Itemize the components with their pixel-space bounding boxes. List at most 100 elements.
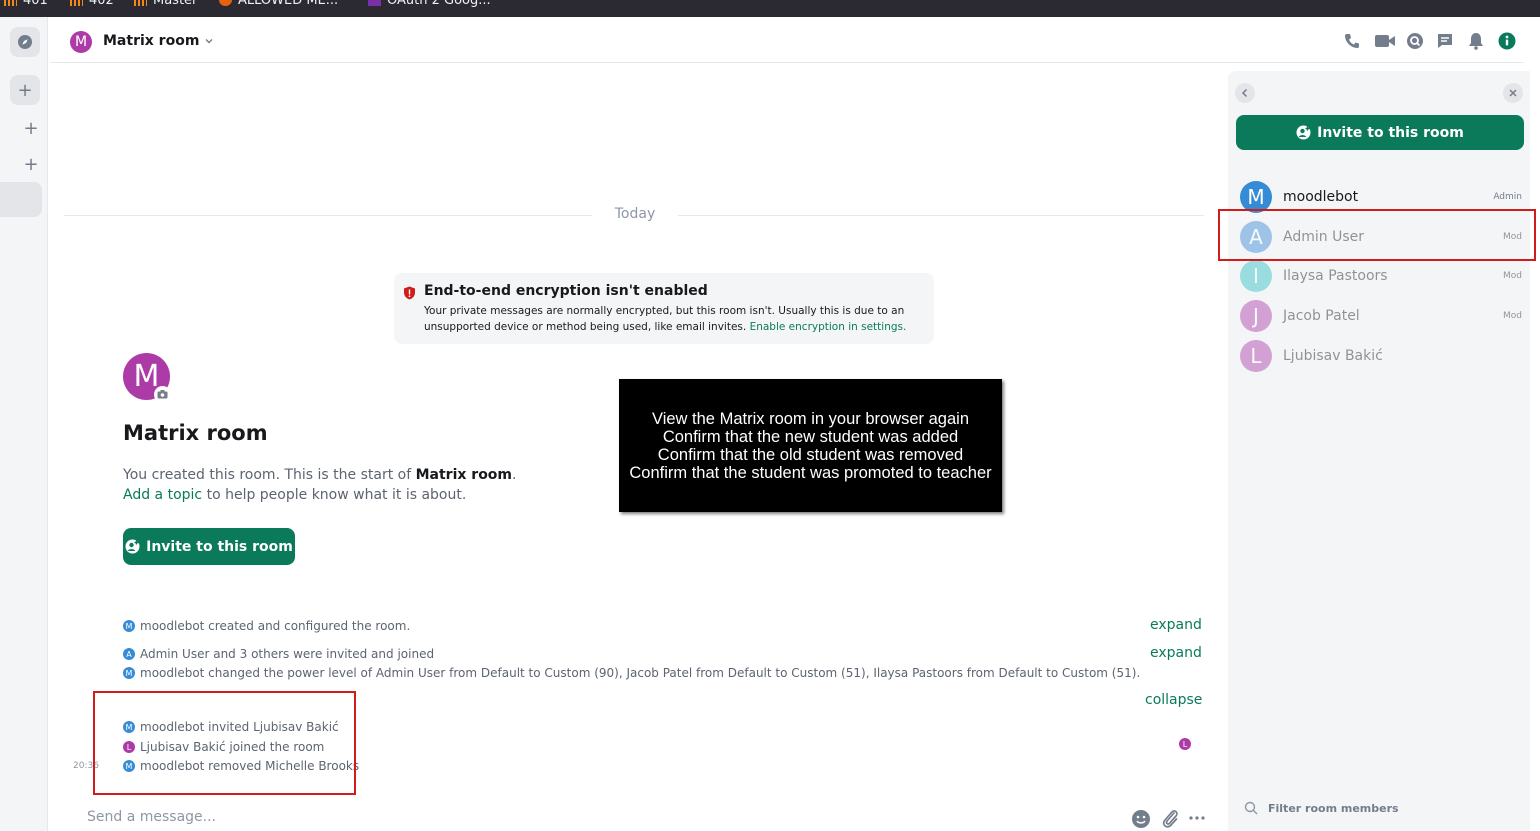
add-room-button[interactable]: + — [16, 113, 46, 143]
bookmark-label: OAuth 2 Goog... — [387, 0, 491, 8]
filter-members-field[interactable]: Filter room members — [1244, 801, 1399, 815]
member-name: moodlebot — [1283, 189, 1359, 205]
member-role: Mod — [1503, 311, 1522, 321]
event-members-joined: A Admin User and 3 others were invited an… — [123, 647, 434, 661]
collapse-link[interactable]: collapse — [1145, 692, 1202, 708]
caption-line: View the Matrix room in your browser aga… — [652, 409, 969, 428]
video-camera-icon — [1375, 35, 1395, 47]
member-avatar: I — [1240, 260, 1272, 292]
caption-line: Confirm that the old student was removed — [657, 445, 964, 464]
event-text: moodlebot created and configured the roo… — [140, 619, 411, 633]
camera-icon — [157, 390, 168, 399]
event-power-level: Mmoodlebot changed the power level of Ad… — [123, 666, 1140, 680]
date-divider: Today — [614, 206, 656, 222]
chevron-left-icon — [1241, 88, 1248, 98]
event-avatar[interactable]: M — [123, 667, 135, 679]
invite-label: Invite to this room — [1317, 124, 1464, 141]
panel-invite-button[interactable]: Invite to this room — [1236, 115, 1524, 150]
selected-room-highlight[interactable] — [0, 182, 42, 217]
bookmark-402[interactable]: 402 — [70, 0, 114, 8]
event-room-created: Mmoodlebot created and configured the ro… — [123, 619, 410, 633]
close-panel-button[interactable] — [1503, 83, 1523, 103]
member-name: Ljubisav Bakić — [1283, 348, 1383, 364]
back-button[interactable] — [1235, 83, 1255, 103]
caption-line: Confirm that the student was promoted to… — [629, 463, 992, 482]
phone-icon — [1345, 34, 1359, 48]
room-info-button[interactable] — [1497, 31, 1517, 51]
bookmark-label: ALLOWED ME... — [238, 0, 339, 8]
tutorial-caption: View the Matrix room in your browser aga… — [619, 379, 1002, 512]
orange-circle-icon — [219, 0, 232, 6]
bookmark-401[interactable]: 401 — [4, 0, 48, 8]
invite-to-room-button[interactable]: Invite to this room — [123, 528, 295, 565]
create-space-button[interactable]: + — [10, 75, 40, 105]
info-icon — [1498, 32, 1516, 50]
date-divider-line — [64, 215, 592, 216]
message-input[interactable]: Send a message... — [87, 809, 216, 825]
member-avatar: J — [1240, 300, 1272, 332]
video-call-button[interactable] — [1373, 31, 1397, 51]
notice-line: Your private messages are normally encry… — [424, 305, 905, 317]
plus-icon: + — [23, 117, 39, 139]
filter-members-placeholder: Filter room members — [1268, 801, 1399, 815]
bookmark-label: 402 — [89, 0, 114, 8]
expand-link[interactable]: expand — [1150, 645, 1202, 661]
member-role: Admin — [1493, 192, 1522, 202]
encryption-notice-body: Your private messages are normally encry… — [424, 303, 906, 335]
event-text: moodlebot changed the power level of Adm… — [140, 666, 1141, 680]
member-row[interactable]: L Ljubisav Bakić — [1240, 339, 1522, 373]
enable-encryption-link[interactable]: Enable encryption in settings. — [750, 321, 907, 333]
compass-icon — [18, 35, 32, 49]
intro-room-name: Matrix room — [415, 467, 513, 483]
notice-line: unsupported device or method being used,… — [424, 321, 747, 333]
annotation-highlight-box — [1218, 209, 1536, 261]
annotation-highlight-box — [93, 691, 356, 795]
bookmark-oauth[interactable]: OAuth 2 Goog... — [368, 0, 491, 8]
member-avatar: L — [1240, 340, 1272, 372]
notifications-button[interactable] — [1466, 31, 1486, 51]
bookmark-allowed[interactable]: ALLOWED ME... — [219, 0, 338, 8]
add-user-icon — [1296, 125, 1311, 140]
add-user-icon — [125, 539, 140, 554]
add-topic-link[interactable]: Add a topic — [123, 487, 202, 503]
event-avatar[interactable]: A — [123, 648, 135, 660]
room-header: M Matrix room — [50, 17, 1524, 63]
bookmark-master[interactable]: Master — [134, 0, 197, 8]
attachment-button[interactable] — [1160, 808, 1180, 830]
voice-call-button[interactable] — [1342, 31, 1362, 51]
emoji-button[interactable] — [1131, 809, 1151, 829]
bars-icon — [70, 0, 83, 6]
space-panel: + + + — [0, 17, 48, 831]
search-icon — [1407, 33, 1423, 49]
plus-icon: + — [17, 79, 33, 101]
member-row[interactable]: J Jacob Patel Mod — [1240, 299, 1522, 333]
explore-rooms-button[interactable] — [10, 27, 40, 57]
member-list-panel: Invite to this room M moodlebot Admin A … — [1228, 71, 1530, 831]
add-people-button[interactable]: + — [16, 149, 46, 179]
upload-avatar-button[interactable] — [154, 386, 171, 403]
invite-label: Invite to this room — [146, 538, 293, 555]
purple-bars-icon — [368, 0, 381, 6]
threads-icon — [1438, 34, 1452, 48]
member-name: Jacob Patel — [1283, 308, 1360, 324]
bell-icon — [1469, 33, 1483, 50]
browser-bookmark-bar: 401 402 Master ALLOWED ME... OAuth 2 Goo… — [0, 0, 1540, 17]
bars-icon — [4, 0, 17, 6]
expand-link[interactable]: expand — [1150, 617, 1202, 633]
intro-created-prefix: You created this room. This is the start… — [123, 467, 412, 483]
event-avatar[interactable]: M — [123, 620, 135, 632]
member-name: Ilaysa Pastoors — [1283, 268, 1388, 284]
member-row[interactable]: I Ilaysa Pastoors Mod — [1240, 259, 1522, 293]
more-options-button[interactable] — [1189, 816, 1205, 820]
room-name-button[interactable]: Matrix room — [103, 33, 214, 49]
read-receipt-avatar[interactable]: L — [1179, 738, 1191, 750]
threads-button[interactable] — [1435, 31, 1455, 51]
room-avatar[interactable]: M — [70, 31, 92, 53]
room-intro-title: Matrix room — [123, 421, 268, 445]
encryption-notice: End-to-end encryption isn't enabled Your… — [394, 273, 934, 344]
member-role: Mod — [1503, 271, 1522, 281]
bars-icon — [134, 0, 147, 6]
plus-icon: + — [23, 153, 39, 175]
search-button[interactable] — [1405, 31, 1425, 51]
room-intro-text: You created this room. This is the start… — [123, 465, 516, 505]
